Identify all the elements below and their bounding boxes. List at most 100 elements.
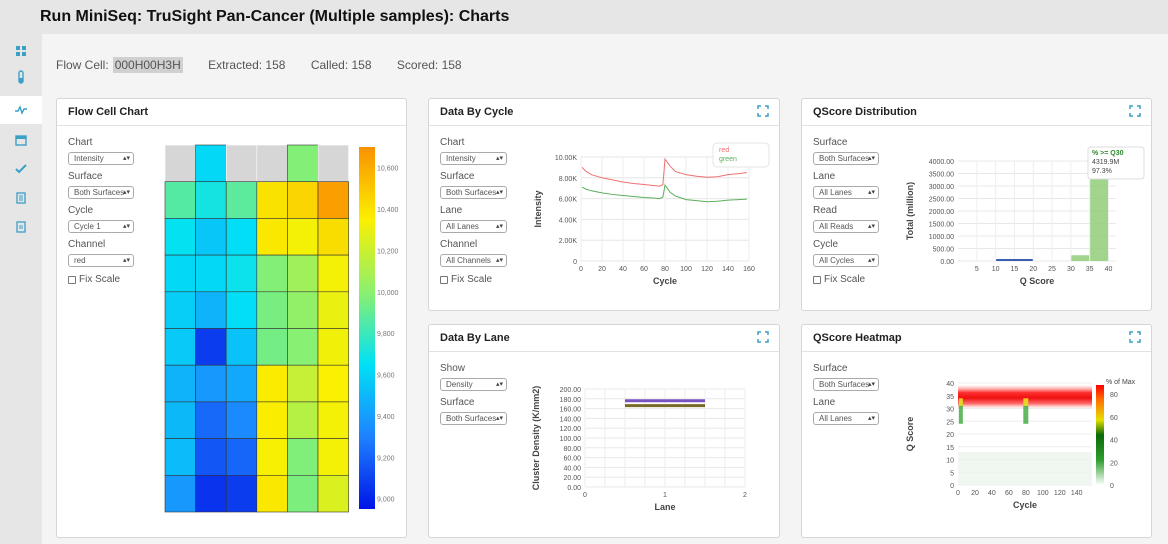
heatmap-cell <box>164 438 196 476</box>
y-tick-label: 180.00 <box>560 397 582 404</box>
heatmap-cell <box>256 291 288 329</box>
surface-select[interactable]: Both Surfaces ▴▾ <box>68 186 134 199</box>
heatmap-cell <box>164 328 196 366</box>
lane-label: Lane <box>813 171 836 182</box>
qscore-heatmap-chart: 0 5 10 15 20 25 30 35 40 0 20 40 60 80 100 120 140 % of M… <box>905 379 1136 510</box>
qscore-heatmap-panel: QScore Heatmap Surface Both Surfaces ▴▾ L… <box>801 324 1152 538</box>
colorbar-tick-label: 9,200 <box>377 455 395 462</box>
y-tick-label: 500.00 <box>933 247 955 254</box>
fix-scale-checkbox[interactable] <box>68 275 76 284</box>
fix-scale-toggle[interactable]: Fix Scale <box>813 274 865 285</box>
panel-title: Data By Cycle <box>440 106 514 118</box>
colorbar-tick-label: 9,400 <box>377 414 395 421</box>
heatmap-cell <box>287 438 319 476</box>
y-tick-label: 1500.00 <box>929 222 954 229</box>
x-tick-label: 5 <box>975 266 979 273</box>
colorbar-tick-label: 9,000 <box>377 497 395 504</box>
called-count: Called: 158 <box>310 58 372 72</box>
nav-samples[interactable] <box>7 65 35 91</box>
x-tick-label: 140 <box>722 266 734 273</box>
surface-select-value: Both Surfaces <box>819 380 870 389</box>
cycle-label: Cycle <box>813 239 839 250</box>
panel-title: Flow Cell Chart <box>68 106 149 118</box>
y-tick-label: 6.00K <box>559 197 578 204</box>
heatmap-cell <box>287 328 319 366</box>
heatmap-cell <box>256 364 288 403</box>
expand-icon[interactable] <box>1129 331 1141 343</box>
chart-select[interactable]: Intensity ▴▾ <box>68 152 134 165</box>
chart-select-value: Intensity <box>446 154 476 163</box>
fix-scale-checkbox[interactable] <box>440 275 448 284</box>
heatmap-dip <box>1023 398 1029 406</box>
qscore-distribution-chart: 0.00 500.00 1000.00 1500.00 2000.00 2500.00 30… <box>905 146 1145 286</box>
x-tick-label: 80 <box>1022 490 1030 497</box>
chart-select-value: Intensity <box>74 154 104 163</box>
y-tick-label: 4.00K <box>559 217 578 224</box>
fix-scale-checkbox[interactable] <box>813 275 821 284</box>
heatmap-cell <box>164 254 196 293</box>
select-arrows-icon: ▴▾ <box>122 257 130 264</box>
surface-select[interactable]: Both Surfaces ▴▾ <box>440 412 507 425</box>
x-tick-label: 60 <box>1005 490 1013 497</box>
surface-select[interactable]: Both Surfaces ▴▾ <box>813 378 879 391</box>
expand-icon[interactable] <box>757 105 769 117</box>
x-tick-label: 140 <box>1071 490 1083 497</box>
channel-select[interactable]: red ▴▾ <box>68 254 134 267</box>
heatmap-legend-tick: 20 <box>1110 460 1118 467</box>
fix-scale-label: Fix Scale <box>79 274 121 285</box>
heatmap-cell <box>195 401 227 439</box>
x-tick-label: 120 <box>1054 490 1066 497</box>
heatmap-cell <box>317 438 349 476</box>
channel-select-value: All Channels <box>446 256 491 265</box>
read-select[interactable]: All Reads ▴▾ <box>813 220 879 233</box>
heatmap-cell <box>225 291 258 329</box>
lane-select[interactable]: All Lanes ▴▾ <box>440 220 507 233</box>
lane-select[interactable]: All Lanes ▴▾ <box>813 186 879 199</box>
heatmap-cell <box>225 401 258 439</box>
cycle-select[interactable]: Cycle 1 ▴▾ <box>68 220 134 233</box>
colorbar-tick-label: 9,600 <box>377 373 395 380</box>
heatmap-cell <box>195 144 227 183</box>
heatmap-cell <box>287 474 319 513</box>
x-tick-label: 20 <box>598 266 606 273</box>
panel-title: Data By Lane <box>440 332 510 344</box>
nav-charts[interactable] <box>0 96 42 124</box>
channel-select[interactable]: All Channels ▴▾ <box>440 254 507 267</box>
select-arrows-icon: ▴▾ <box>867 155 875 162</box>
heatmap-cell <box>164 401 196 439</box>
heatmap-cell <box>287 181 319 219</box>
heatmap-cell <box>195 364 227 403</box>
expand-icon[interactable] <box>757 331 769 343</box>
lane-select[interactable]: All Lanes ▴▾ <box>813 412 879 425</box>
nav-dashboard[interactable] <box>7 38 35 64</box>
surface-select[interactable]: Both Surfaces ▴▾ <box>440 186 507 199</box>
x-tick-label: 15 <box>1011 266 1019 273</box>
y-tick-label: 3000.00 <box>929 184 954 191</box>
heatmap-cell <box>256 328 288 366</box>
nav-checks[interactable] <box>7 156 35 182</box>
expand-icon[interactable] <box>1129 105 1141 117</box>
select-arrows-icon: ▴▾ <box>495 223 503 230</box>
fix-scale-toggle[interactable]: Fix Scale <box>440 274 492 285</box>
read-label: Read <box>813 205 837 216</box>
surface-label: Surface <box>68 171 103 182</box>
y-tick-label: 2.00K <box>559 238 578 245</box>
heatmap-cell <box>317 474 349 513</box>
nav-documents[interactable] <box>7 214 35 240</box>
heatmap-cell <box>287 364 319 403</box>
cycle-select[interactable]: All Cycles ▴▾ <box>813 254 879 267</box>
show-select[interactable]: Density ▴▾ <box>440 378 507 391</box>
fix-scale-label: Fix Scale <box>824 274 866 285</box>
heatmap-cell <box>195 328 227 366</box>
surface-select[interactable]: Both Surfaces ▴▾ <box>813 152 879 165</box>
fix-scale-toggle[interactable]: Fix Scale <box>68 274 120 285</box>
heatmap-dip <box>958 403 963 424</box>
heatmap-cell <box>317 144 349 183</box>
heatmap-cell <box>195 291 227 329</box>
x-tick-label: 60 <box>640 266 648 273</box>
nav-notes[interactable] <box>7 185 35 211</box>
heatmap-cell <box>317 291 349 329</box>
nav-calendar[interactable] <box>7 127 35 153</box>
chart-select[interactable]: Intensity ▴▾ <box>440 152 507 165</box>
notes-icon <box>16 192 26 204</box>
